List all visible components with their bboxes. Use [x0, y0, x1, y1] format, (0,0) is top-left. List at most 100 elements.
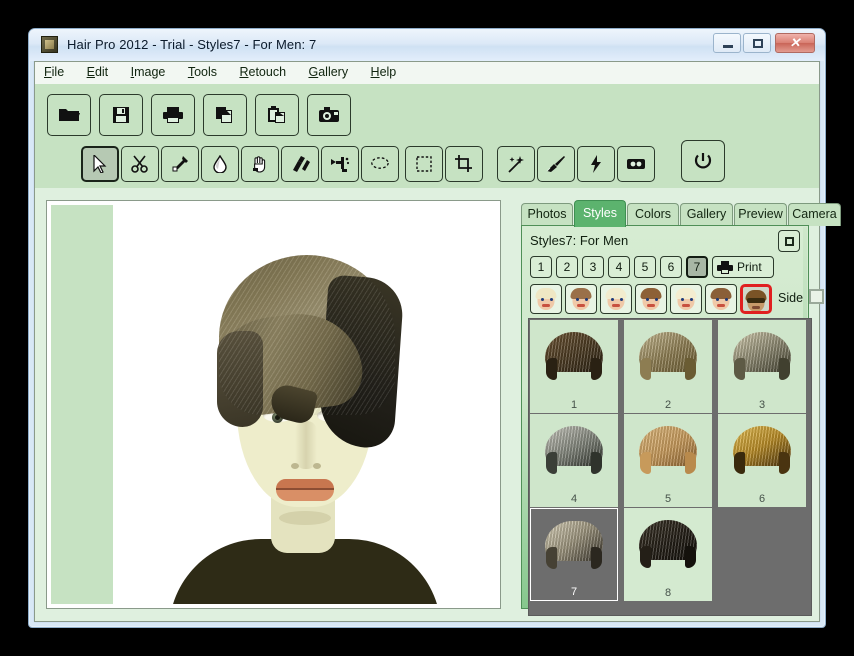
face-mouth	[577, 304, 585, 307]
styles-panel: Styles7: For Men 1 2 3 4 5 6 7 Print Sid…	[521, 225, 824, 616]
hair-side-left	[640, 546, 651, 568]
face-preset-5[interactable]	[670, 284, 702, 314]
cursor-tool-button[interactable]	[81, 146, 119, 182]
hair-side-left	[640, 452, 651, 474]
paste-button[interactable]	[255, 94, 299, 136]
style-thumb-1[interactable]: 1	[530, 320, 618, 413]
app-window: Hair Pro 2012 - Trial - Styles7 - For Me…	[28, 28, 841, 628]
face-preset-7[interactable]	[740, 284, 772, 314]
magic-wand-tool-button[interactable]	[497, 146, 535, 182]
camera-button[interactable]	[307, 94, 351, 136]
hair-thumbnail	[639, 332, 697, 380]
print-icon	[717, 261, 733, 274]
hairstyle-grid: 1 2 3 4 5 6 7 8	[528, 318, 812, 616]
face-eye-right	[655, 298, 658, 301]
face-eye-right	[690, 298, 693, 301]
hair-side-left	[546, 547, 557, 569]
face-eye-right	[725, 298, 728, 301]
save-button[interactable]	[99, 94, 143, 136]
side-checkbox[interactable]	[809, 289, 824, 304]
style-page-3[interactable]: 3	[582, 256, 604, 278]
panel-maximize-button[interactable]	[778, 230, 800, 252]
hair-thumbnail	[733, 332, 791, 380]
close-button[interactable]: ✕	[775, 33, 815, 53]
minimize-button[interactable]	[713, 33, 741, 53]
hair-side-left	[734, 358, 745, 380]
maximize-button[interactable]	[743, 33, 771, 53]
style-number: 1	[570, 399, 578, 411]
hair-side-right	[685, 358, 696, 380]
scissors-tool-button[interactable]	[121, 146, 159, 182]
face-preset-1[interactable]	[530, 284, 562, 314]
tape-tool-button[interactable]	[617, 146, 655, 182]
panel-title: Styles7: For Men	[530, 233, 629, 248]
tab-colors[interactable]: Colors	[627, 203, 679, 226]
hair-side-right	[779, 452, 790, 474]
style-number: 2	[664, 399, 672, 411]
face-eye-left	[541, 298, 544, 301]
droplet-tool-button[interactable]	[201, 146, 239, 182]
face-hair	[535, 288, 557, 299]
menu-gallery[interactable]: Gallery	[299, 62, 357, 82]
hair-side-right	[779, 358, 790, 380]
sunglasses-icon	[747, 298, 765, 303]
style-thumb-8[interactable]: 8	[624, 508, 712, 601]
tab-camera[interactable]: Camera	[788, 203, 841, 226]
style-thumb-5[interactable]: 5	[624, 414, 712, 507]
nose	[294, 421, 317, 469]
style-number: 6	[758, 493, 766, 505]
tab-gallery[interactable]: Gallery	[680, 203, 733, 226]
power-button[interactable]	[681, 140, 725, 182]
eyedropper-tool-button[interactable]	[161, 146, 199, 182]
side-label: Side	[778, 291, 804, 305]
portrait-photo[interactable]	[113, 205, 496, 604]
print-button[interactable]: Print	[712, 256, 774, 278]
menu-edit[interactable]: Edit	[78, 62, 118, 82]
face-preset-6[interactable]	[705, 284, 737, 314]
style-thumb-7[interactable]: 7	[530, 508, 618, 601]
crop-tool-button[interactable]	[445, 146, 483, 182]
mouth-line	[275, 488, 334, 490]
style-page-1[interactable]: 1	[530, 256, 552, 278]
style-page-4[interactable]: 4	[608, 256, 630, 278]
style-page-7[interactable]: 7	[686, 256, 708, 278]
paintbrush-tool-button[interactable]	[537, 146, 575, 182]
hand-tool-button[interactable]	[241, 146, 279, 182]
style-thumb-2[interactable]: 2	[624, 320, 712, 413]
tab-styles[interactable]: Styles	[574, 200, 626, 227]
copy-button[interactable]	[203, 94, 247, 136]
minimize-icon	[714, 34, 740, 52]
menu-file[interactable]: File	[35, 62, 73, 82]
photo-canvas[interactable]	[46, 200, 501, 609]
canvas-left-strip	[51, 205, 113, 604]
menu-image[interactable]: Image	[122, 62, 175, 82]
marquee-select-tool-button[interactable]	[405, 146, 443, 182]
face-preset-2[interactable]	[565, 284, 597, 314]
close-icon: ✕	[789, 35, 801, 50]
tab-preview[interactable]: Preview	[734, 203, 787, 226]
face-hair	[675, 288, 697, 299]
style-thumb-3[interactable]: 3	[718, 320, 806, 413]
open-button[interactable]	[47, 94, 91, 136]
title-bar[interactable]: Hair Pro 2012 - Trial - Styles7 - For Me…	[29, 29, 825, 61]
airbrush-tool-button[interactable]	[321, 146, 359, 182]
style-page-6[interactable]: 6	[660, 256, 682, 278]
face-preset-4[interactable]	[635, 284, 667, 314]
face-eye-left	[681, 298, 684, 301]
style-page-2[interactable]: 2	[556, 256, 578, 278]
makeup-brush-tool-button[interactable]	[281, 146, 319, 182]
style-thumb-4[interactable]: 4	[530, 414, 618, 507]
hair-thumbnail	[545, 426, 603, 474]
window-title: Hair Pro 2012 - Trial - Styles7 - For Me…	[67, 37, 317, 52]
lightning-tool-button[interactable]	[577, 146, 615, 182]
face-hair	[640, 288, 662, 299]
face-preset-3[interactable]	[600, 284, 632, 314]
menu-retouch[interactable]: Retouch	[230, 62, 295, 82]
print-button[interactable]	[151, 94, 195, 136]
style-thumb-6[interactable]: 6	[718, 414, 806, 507]
style-page-5[interactable]: 5	[634, 256, 656, 278]
lasso-tool-button[interactable]	[361, 146, 399, 182]
menu-tools[interactable]: Tools	[179, 62, 226, 82]
tab-photos[interactable]: Photos	[521, 203, 573, 226]
menu-help[interactable]: Help	[362, 62, 406, 82]
